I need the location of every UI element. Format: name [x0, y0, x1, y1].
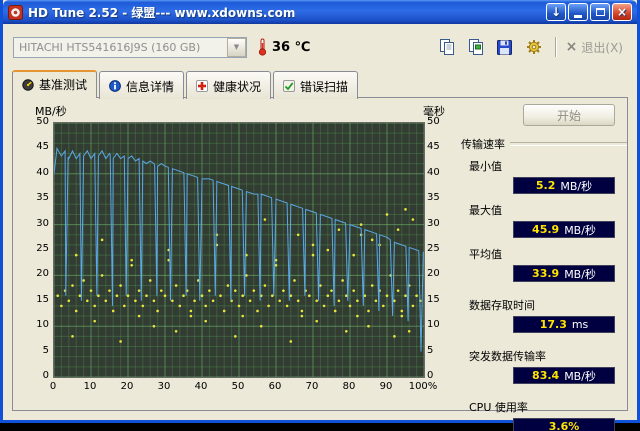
metric-maximum-label: 最大值 — [469, 204, 502, 217]
tab-info[interactable]: 信息详情 — [99, 71, 185, 99]
options-button[interactable] — [522, 36, 546, 58]
gear-icon — [526, 40, 541, 54]
metric-average-label: 平均值 — [469, 248, 502, 261]
tab-benchmark-label: 基准测试 — [39, 78, 88, 92]
exit-x-icon: × — [565, 39, 578, 55]
metric-access-time-label: 数据存取时间 — [469, 299, 535, 312]
plot-area — [53, 122, 425, 378]
close-button[interactable]: × — [612, 3, 632, 21]
drive-select-value: HITACHI HTS541616J9S (160 GB) — [19, 40, 201, 54]
metric-minimum-value-box: 5.2 MB/秒 — [513, 177, 615, 194]
metric-maximum-value-box: 45.9 MB/秒 — [513, 221, 615, 238]
metric-average-value-box: 33.9 MB/秒 — [513, 265, 615, 282]
toolbar: HITACHI HTS541616J9S (160 GB) ▼ 36 ℃ × 退… — [3, 24, 637, 67]
download-button[interactable]: ↓ — [546, 3, 566, 21]
exit-button[interactable]: × 退出(X) — [566, 39, 623, 56]
metric-access-time-value-box: 17.3 ms — [513, 316, 615, 333]
tab-error-scan-label: 错误扫描 — [300, 79, 349, 94]
group-rule — [510, 142, 627, 146]
benchmark-plot-svg — [54, 123, 424, 377]
metric-cpu-usage: CPU 使用率 3.6% — [469, 399, 615, 431]
health-cross-icon — [196, 80, 209, 92]
toolbar-separator — [554, 37, 557, 57]
tab-health[interactable]: 健康状况 — [186, 71, 272, 99]
close-icon: × — [616, 5, 628, 19]
copy-image-icon — [468, 39, 483, 55]
maximize-button[interactable] — [590, 3, 610, 21]
metric-access-time: 数据存取时间 17.3 ms — [469, 297, 615, 333]
tab-benchmark[interactable]: 基准测试 — [12, 70, 98, 98]
results-panel: 开始 传输速率 最小值 5.2 MB/秒 最大值 45.9 MB/秒 平均值 3… — [457, 102, 631, 431]
thermometer-icon — [257, 38, 268, 56]
tab-health-label: 健康状况 — [213, 79, 262, 94]
metric-minimum: 最小值 5.2 MB/秒 — [469, 158, 615, 194]
maximize-icon — [595, 8, 605, 16]
titlebar: HD Tune 2.52 - 绿盟--- www.xdowns.com ↓ × — [3, 0, 637, 24]
hdtune-window: HD Tune 2.52 - 绿盟--- www.xdowns.com ↓ × … — [0, 0, 640, 431]
screenshot-root: HD Tune 2.52 - 绿盟--- www.xdowns.com ↓ × … — [0, 0, 640, 431]
drive-select[interactable]: HITACHI HTS541616J9S (160 GB) ▼ — [13, 36, 247, 58]
benchmark-chart: MB/秒 毫秒 0 5 10 15 20 25 30 35 40 45 50 0 5 10 15 20 25 3… — [35, 105, 445, 392]
minimize-button[interactable] — [568, 3, 588, 21]
copy-button[interactable] — [435, 36, 459, 58]
minimize-icon — [574, 15, 582, 18]
tab-info-label: 信息详情 — [126, 79, 175, 94]
transfer-rate-group-label: 传输速率 — [461, 138, 505, 151]
tab-bar: 基准测试 信息详情 健康状况 错误扫描 — [3, 69, 637, 99]
checkmark-icon — [283, 80, 296, 92]
metric-burst-rate-label: 突发数据传输率 — [469, 350, 546, 363]
save-icon — [497, 39, 513, 55]
copy-icon — [439, 39, 454, 55]
metric-cpu-usage-label: CPU 使用率 — [469, 401, 528, 414]
metric-burst-rate: 突发数据传输率 83.4 MB/秒 — [469, 348, 615, 384]
metric-maximum: 最大值 45.9 MB/秒 — [469, 202, 615, 238]
metric-minimum-label: 最小值 — [469, 160, 502, 173]
metric-burst-rate-value-box: 83.4 MB/秒 — [513, 367, 615, 384]
temperature-value: 36 ℃ — [272, 39, 311, 55]
chevron-down-icon[interactable]: ▼ — [227, 37, 246, 57]
metric-average: 平均值 33.9 MB/秒 — [469, 246, 615, 282]
window-title: HD Tune 2.52 - 绿盟--- www.xdowns.com — [28, 5, 296, 20]
info-icon — [109, 80, 121, 92]
transfer-rate-group-header: 传输速率 — [461, 136, 627, 152]
exit-label: 退出(X) — [581, 40, 623, 55]
temperature-indicator: 36 ℃ — [257, 38, 310, 56]
save-button[interactable] — [493, 36, 517, 58]
metric-cpu-usage-value-box: 3.6% — [513, 418, 615, 431]
download-icon: ↓ — [550, 5, 562, 19]
start-button[interactable]: 开始 — [523, 104, 615, 126]
benchmark-panel: MB/秒 毫秒 0 5 10 15 20 25 30 35 40 45 50 0 5 10 15 20 25 3… — [12, 97, 628, 431]
benchmark-icon — [22, 78, 34, 91]
tab-error-scan[interactable]: 错误扫描 — [273, 71, 359, 99]
app-icon — [8, 4, 23, 20]
copy-image-button[interactable] — [464, 36, 488, 58]
